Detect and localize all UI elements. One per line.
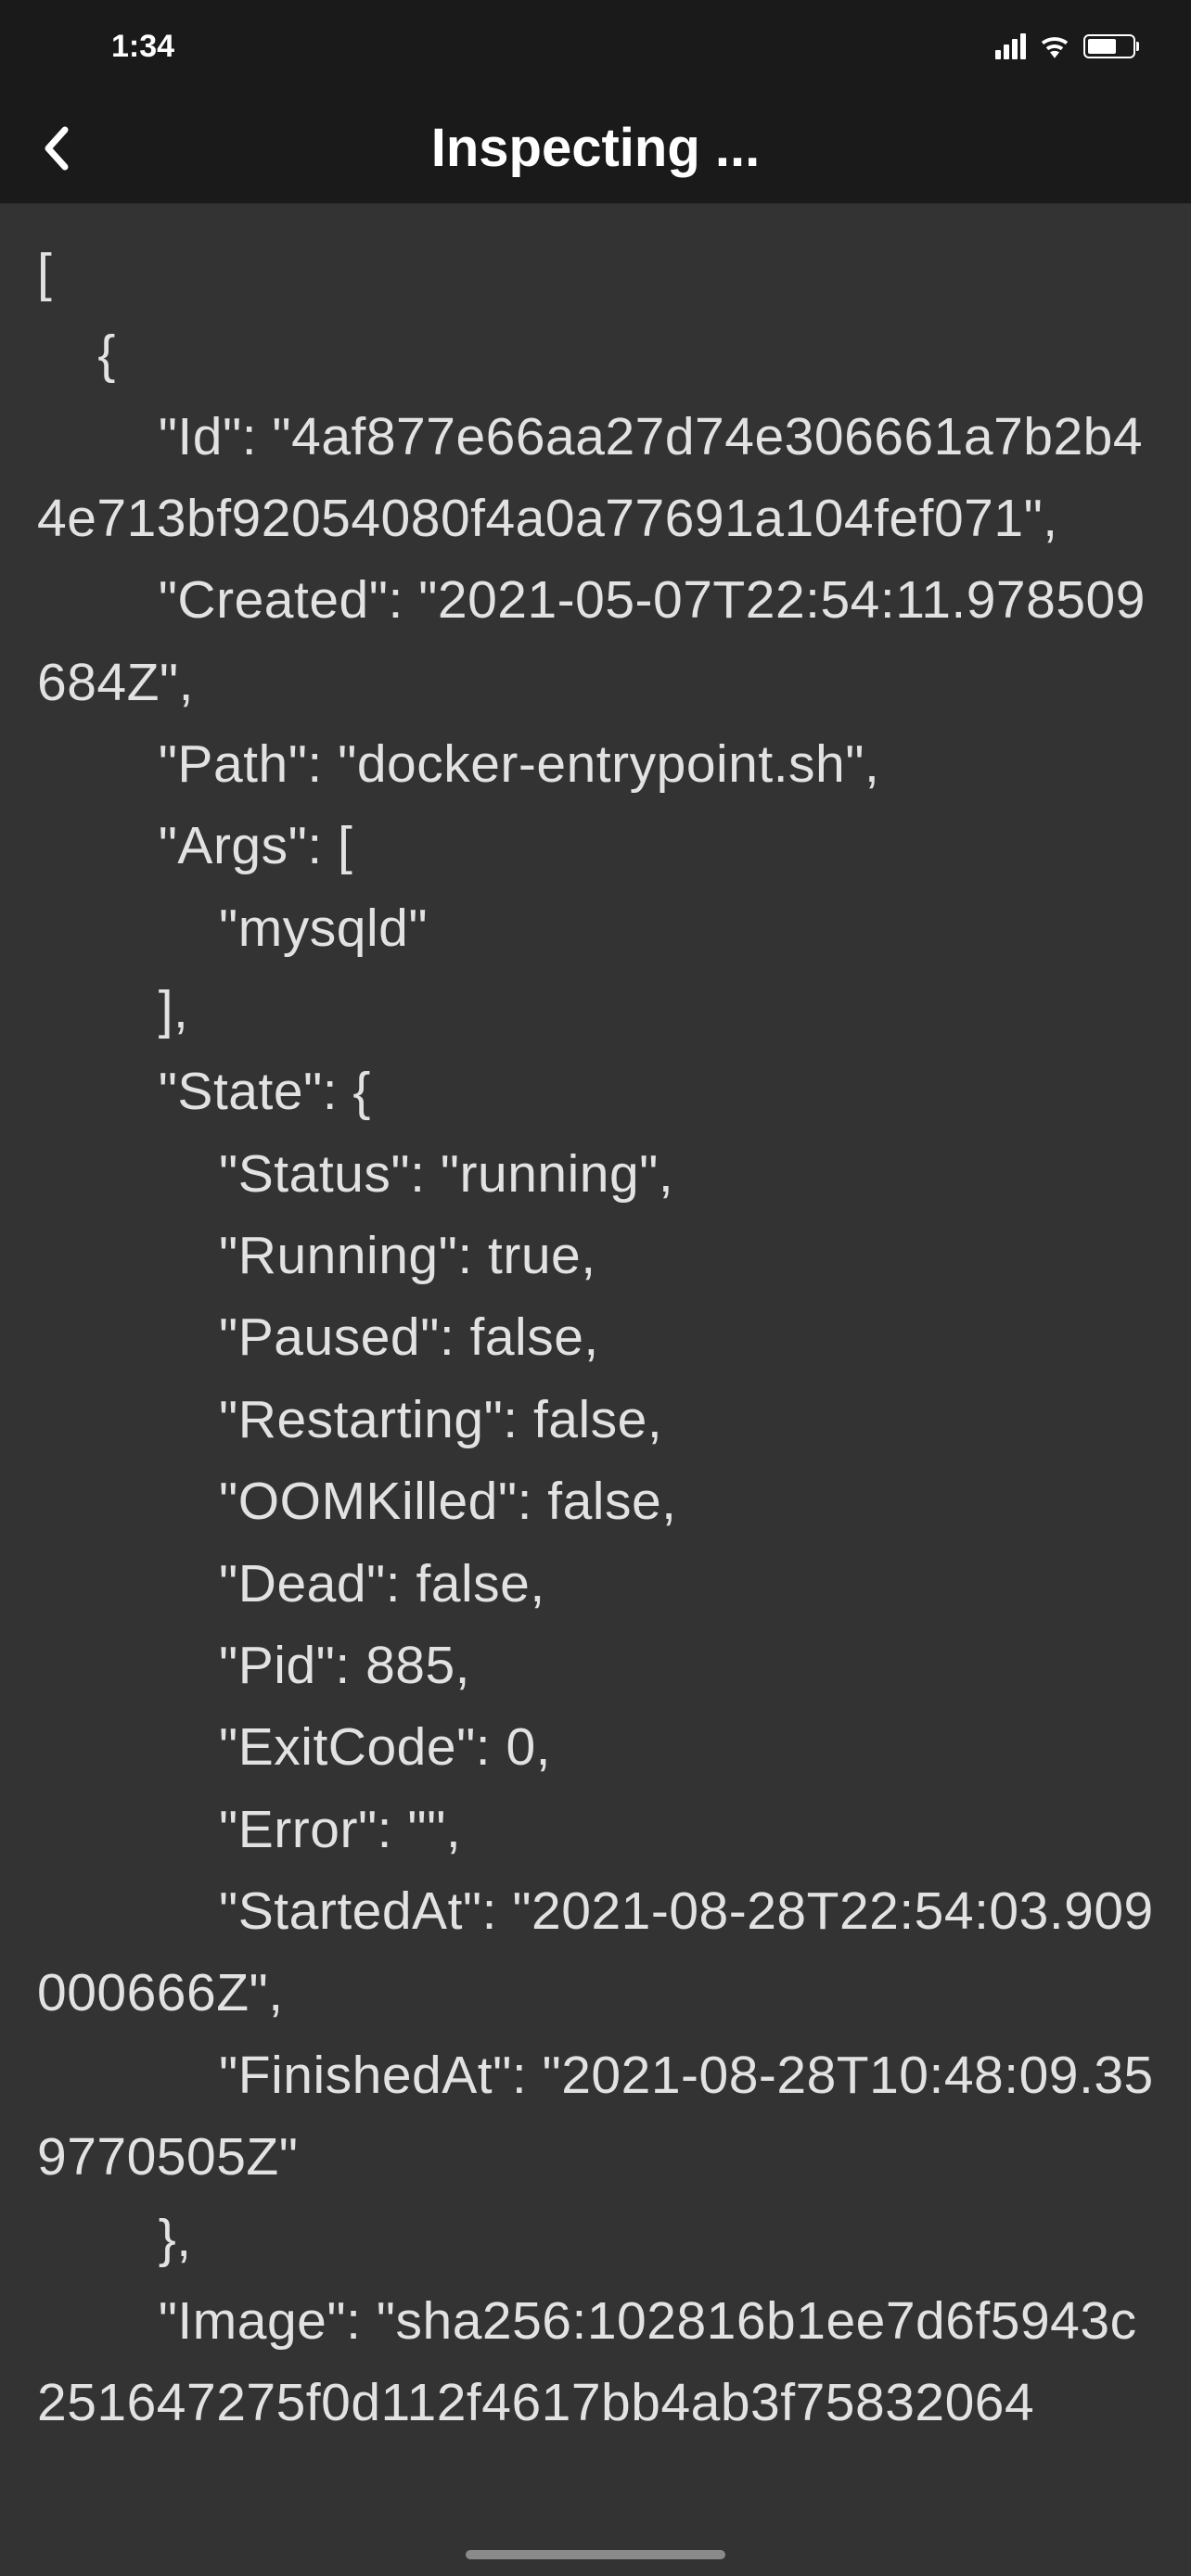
status-icons xyxy=(995,33,1135,59)
navigation-header: Inspecting ... xyxy=(0,93,1191,204)
chevron-left-icon xyxy=(43,126,69,171)
status-bar: 1:34 xyxy=(0,0,1191,93)
wifi-icon xyxy=(1039,34,1070,58)
inspect-json-content[interactable]: [ { "Id": "4af877e66aa27d74e306661a7b2b4… xyxy=(0,204,1191,2576)
back-button[interactable] xyxy=(28,121,83,176)
home-indicator[interactable] xyxy=(466,2550,725,2559)
cellular-signal-icon xyxy=(995,33,1026,59)
status-time: 1:34 xyxy=(111,29,174,65)
page-title: Inspecting ... xyxy=(0,117,1191,179)
battery-icon xyxy=(1083,34,1135,58)
